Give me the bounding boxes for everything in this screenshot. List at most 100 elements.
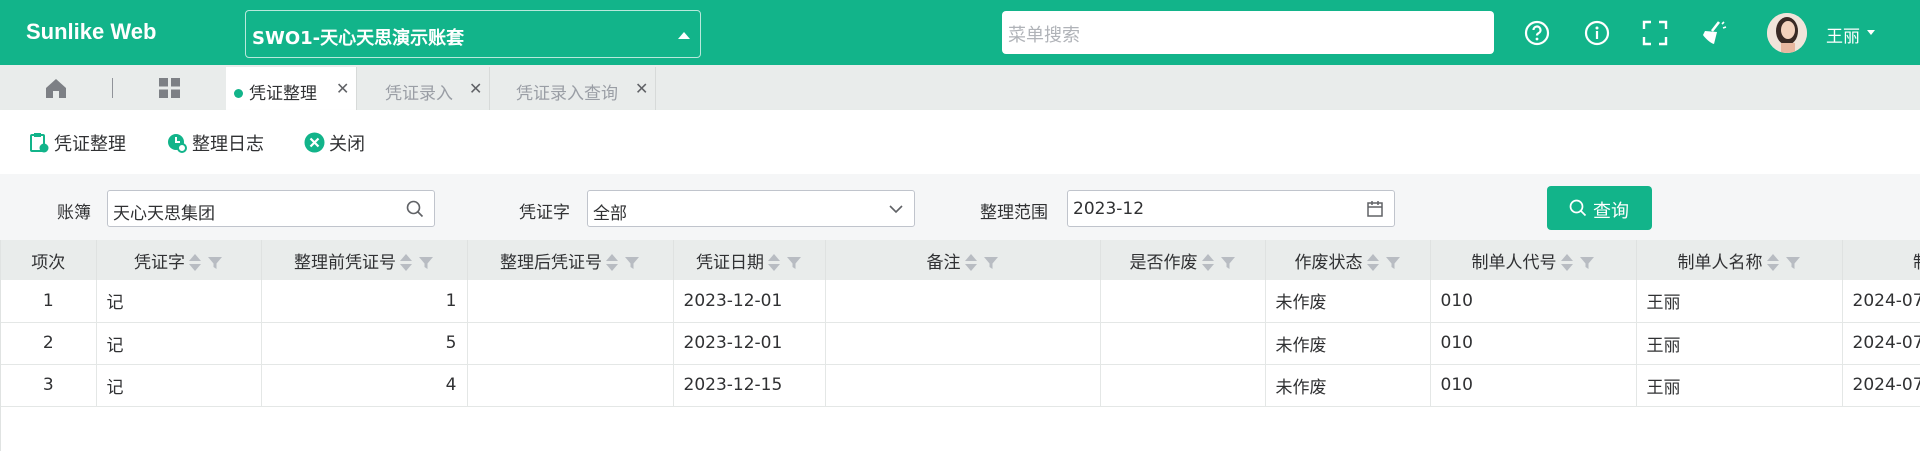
cell-date: 2023-12-01 [673,322,826,365]
account-selector[interactable]: SWO1-天心天思演示账套 [245,10,701,58]
cell-is-void [1100,322,1266,365]
clean-icon[interactable] [1699,19,1727,47]
column-header[interactable]: 制单人名称 [1636,240,1843,280]
voucher-table: 项次 凭证字 整理前凭证号 整理后凭证号 凭证日期 备注 是否作废 作废状态 制… [1,240,1920,407]
log-icon [168,134,187,153]
close-button[interactable]: 关闭 [304,130,365,156]
account-selector-value: SWO1-天心天思演示账套 [252,28,465,49]
cell-remark [825,364,1101,407]
cell-after-no [467,322,674,365]
calendar-icon[interactable] [1366,200,1384,218]
voucher-word-value: 全部 [593,204,627,224]
top-header: Sunlike Web SWO1-天心天思演示账套 菜单搜索 王丽 [0,0,1920,65]
filter-icon[interactable] [624,255,640,271]
sort-icon[interactable] [1560,253,1573,272]
voucher-word-select[interactable]: 全部 [587,190,915,227]
close-icon[interactable]: ✕ [635,79,648,98]
cell-void-status: 未作废 [1265,364,1431,407]
sort-icon[interactable] [768,253,780,272]
organize-icon [30,133,49,153]
sort-icon[interactable] [1201,253,1214,272]
cell-index: 2 [1,322,97,365]
column-header[interactable]: 整理前凭证号 [261,240,468,280]
cell-before-no: 1 [261,280,468,323]
cell-made-date: 2024-07 [1842,364,1920,407]
column-header[interactable]: 凭证日期 [673,240,826,280]
range-label: 整理范围 [980,203,1048,223]
table-header-row: 项次 凭证字 整理前凭证号 整理后凭证号 凭证日期 备注 是否作废 作废状态 制… [1,240,1920,280]
tab-divider [112,78,113,98]
cell-maker-name: 王丽 [1636,364,1843,407]
cell-maker-code: 010 [1430,322,1637,365]
close-icon[interactable]: ✕ [336,79,349,98]
voucher-grid: 项次 凭证字 整理前凭证号 整理后凭证号 凭证日期 备注 是否作废 作废状态 制… [0,240,1920,451]
column-header[interactable]: 制 [1842,240,1920,280]
user-name[interactable]: 王丽 [1826,22,1860,47]
sort-icon[interactable] [964,253,977,272]
filter-icon[interactable] [1385,255,1401,271]
filter-icon[interactable] [418,255,434,271]
tab-voucher-entry-query[interactable]: 凭证录入查询 ✕ [490,67,656,110]
tab-label: 凭证整理 [249,84,317,104]
filter-bar: 账簿 天心天思集团 凭证字 全部 整理范围 2023-12 查询 [0,174,1920,240]
filter-icon[interactable] [786,255,802,271]
column-header[interactable]: 制单人代号 [1430,240,1637,280]
column-header[interactable]: 凭证字 [96,240,262,280]
cell-is-void [1100,364,1266,407]
column-header[interactable]: 是否作废 [1100,240,1266,280]
filter-icon[interactable] [1785,255,1801,271]
column-header[interactable]: 项次 [1,240,97,280]
chevron-down-icon[interactable] [1867,30,1875,35]
range-date-picker[interactable]: 2023-12 [1067,190,1395,227]
cell-remark [825,322,1101,365]
query-button[interactable]: 查询 [1547,186,1652,230]
close-icon[interactable]: ✕ [469,79,482,98]
active-dot-icon [234,88,243,98]
cell-made-date: 2024-07 [1842,280,1920,323]
cell-voucher-word: 记 [96,322,262,365]
sort-icon[interactable] [189,253,201,272]
filter-icon[interactable] [1220,255,1236,271]
ledger-field[interactable]: 天心天思集团 [107,190,435,227]
cell-after-no [467,364,674,407]
tab-voucher-entry[interactable]: 凭证录入 ✕ [357,67,490,110]
apps-grid-icon[interactable] [158,77,182,99]
avatar[interactable] [1767,13,1807,53]
info-icon[interactable] [1583,19,1611,47]
filter-icon[interactable] [1579,255,1595,271]
fullscreen-icon[interactable] [1641,19,1669,47]
column-header[interactable]: 整理后凭证号 [467,240,674,280]
cell-before-no: 4 [261,364,468,407]
cell-maker-name: 王丽 [1636,280,1843,323]
home-icon[interactable] [44,77,68,99]
organize-button[interactable]: 凭证整理 [29,130,126,156]
ledger-value: 天心天思集团 [113,204,215,224]
column-header[interactable]: 作废状态 [1265,240,1431,280]
organize-log-button[interactable]: 整理日志 [167,130,264,156]
table-row[interactable]: 2 记 5 2023-12-01 未作废 010 王丽 2024-07 [1,322,1920,365]
cell-is-void [1100,280,1266,323]
menu-search-input[interactable]: 菜单搜索 [1002,11,1494,54]
sort-icon[interactable] [1766,253,1779,272]
sort-icon[interactable] [1366,253,1379,272]
chevron-down-icon [889,205,903,214]
column-header[interactable]: 备注 [825,240,1101,280]
search-icon[interactable] [406,200,424,218]
filter-icon[interactable] [207,255,223,271]
table-row[interactable]: 3 记 4 2023-12-15 未作废 010 王丽 2024-07 [1,364,1920,407]
caret-up-icon [678,32,690,39]
filter-icon[interactable] [983,255,999,271]
cell-maker-code: 010 [1430,364,1637,407]
cell-voucher-word: 记 [96,280,262,323]
sort-icon[interactable] [400,253,412,272]
table-row[interactable]: 1 记 1 2023-12-01 未作废 010 王丽 2024-07 [1,280,1920,323]
cell-maker-code: 010 [1430,280,1637,323]
cell-after-no [467,280,674,323]
voucher-word-label: 凭证字 [519,203,570,223]
sort-icon[interactable] [606,253,618,272]
tab-voucher-organize[interactable]: 凭证整理 ✕ [226,67,357,110]
help-icon[interactable] [1523,19,1551,47]
range-value: 2023-12 [1073,199,1145,219]
app-brand: Sunlike Web [26,19,157,44]
cell-void-status: 未作废 [1265,280,1431,323]
